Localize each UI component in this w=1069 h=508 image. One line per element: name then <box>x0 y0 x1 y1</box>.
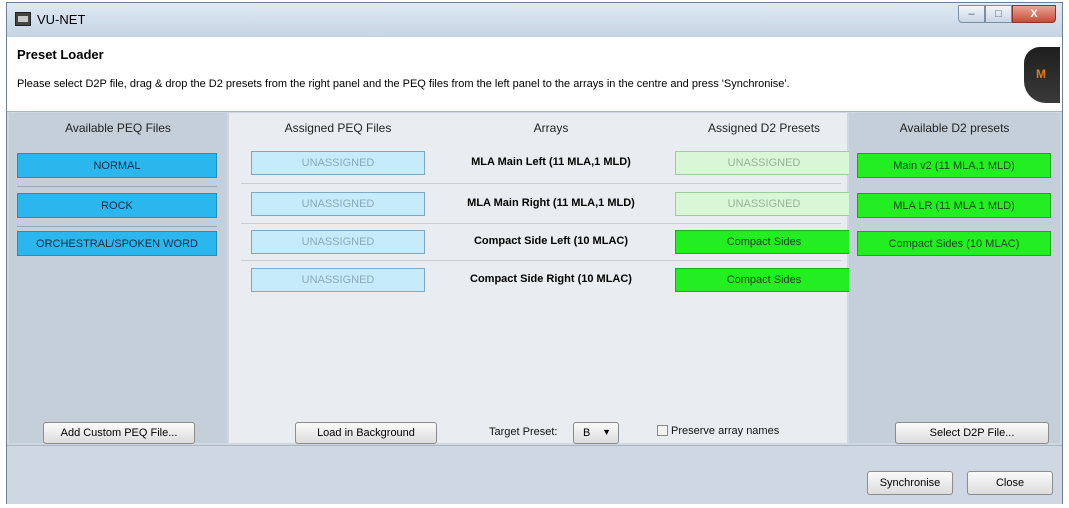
preserve-array-names-checkbox[interactable] <box>657 425 668 436</box>
assigned-peq-slot[interactable]: UNASSIGNED <box>251 230 425 254</box>
assigned-d2-slot[interactable]: Compact Sides <box>675 268 853 292</box>
peq-file-normal[interactable]: NORMAL <box>17 153 217 178</box>
logo-mark-icon: M <box>1036 67 1046 81</box>
assigned-d2-heading: Assigned D2 Presets <box>707 121 821 135</box>
synchronise-button[interactable]: Synchronise <box>867 471 953 495</box>
dialog-footer: Synchronise Close <box>7 445 1062 504</box>
divider <box>17 186 217 187</box>
page-title: Preset Loader <box>17 47 104 62</box>
peq-file-orchestral[interactable]: ORCHESTRAL/SPOKEN WORD <box>17 231 217 256</box>
target-preset-label: Target Preset: <box>489 426 558 438</box>
preserve-array-names-label[interactable]: Preserve array names <box>671 425 779 437</box>
assigned-peq-heading: Assigned PEQ Files <box>284 121 392 135</box>
available-peq-heading: Available PEQ Files <box>65 121 171 135</box>
title-bar[interactable]: VU-NET – □ X <box>7 3 1062 37</box>
assigned-peq-slot[interactable]: UNASSIGNED <box>251 192 425 216</box>
divider <box>17 226 217 227</box>
load-in-background-button[interactable]: Load in Background <box>295 422 437 444</box>
app-icon <box>15 12 31 26</box>
array-row: UNASSIGNED Compact Side Right (10 MLAC) … <box>241 262 853 298</box>
array-name: Compact Side Right (10 MLAC) <box>470 273 632 285</box>
assigned-peq-slot[interactable]: UNASSIGNED <box>251 151 425 175</box>
row-divider <box>241 260 841 261</box>
assigned-d2-slot[interactable]: Compact Sides <box>675 230 853 254</box>
close-icon: X <box>1030 8 1038 20</box>
maximize-icon: □ <box>995 8 1002 20</box>
close-button[interactable]: Close <box>967 471 1053 495</box>
target-preset-value: B <box>583 427 591 439</box>
assigned-d2-slot[interactable]: UNASSIGNED <box>675 192 853 216</box>
brand-logo: M <box>1024 47 1060 103</box>
maximize-button[interactable]: □ <box>985 5 1012 23</box>
dialog-header: Preset Loader Please select D2P file, dr… <box>7 37 1062 112</box>
arrays-heading: Arrays <box>533 121 569 135</box>
close-window-button[interactable]: X <box>1012 5 1056 23</box>
array-row: UNASSIGNED MLA Main Left (11 MLA,1 MLD) … <box>241 145 853 181</box>
minimize-icon: – <box>968 8 975 20</box>
target-preset-select[interactable]: B ▼ <box>573 422 619 444</box>
main-area: Available PEQ Files NORMAL ROCK ORCHESTR… <box>9 113 1060 444</box>
arrays-panel: Assigned PEQ Files Arrays Assigned D2 Pr… <box>229 113 853 444</box>
row-divider <box>241 183 841 184</box>
add-custom-peq-button[interactable]: Add Custom PEQ File... <box>43 422 195 444</box>
array-row: UNASSIGNED MLA Main Right (11 MLA,1 MLD)… <box>241 186 853 222</box>
select-d2p-file-button[interactable]: Select D2P File... <box>895 422 1049 444</box>
array-row: UNASSIGNED Compact Side Left (10 MLAC) C… <box>241 224 853 260</box>
chevron-down-icon: ▼ <box>602 427 611 437</box>
array-name: MLA Main Left (11 MLA,1 MLD) <box>471 156 631 168</box>
window-controls: – □ X <box>958 5 1056 23</box>
assigned-peq-slot[interactable]: UNASSIGNED <box>251 268 425 292</box>
available-peq-panel: Available PEQ Files NORMAL ROCK ORCHESTR… <box>9 113 227 444</box>
minimize-button[interactable]: – <box>958 5 985 23</box>
vu-net-window: VU-NET – □ X Preset Loader Please select… <box>6 2 1063 504</box>
window-title: VU-NET <box>37 12 86 27</box>
assigned-d2-slot[interactable]: UNASSIGNED <box>675 151 853 175</box>
available-d2-heading: Available D2 presets <box>899 121 1010 135</box>
available-d2-panel: Available D2 presets Main v2 (11 MLA,1 M… <box>849 113 1060 444</box>
array-name: MLA Main Right (11 MLA,1 MLD) <box>467 197 635 209</box>
d2-preset-mla-lr[interactable]: MLA LR (11 MLA 1 MLD) <box>857 193 1051 218</box>
peq-file-rock[interactable]: ROCK <box>17 193 217 218</box>
array-name: Compact Side Left (10 MLAC) <box>473 235 628 247</box>
instructions-text: Please select D2P file, drag & drop the … <box>17 78 790 90</box>
d2-preset-compact-sides[interactable]: Compact Sides (10 MLAC) <box>857 231 1051 256</box>
d2-preset-main-v2[interactable]: Main v2 (11 MLA,1 MLD) <box>857 153 1051 178</box>
